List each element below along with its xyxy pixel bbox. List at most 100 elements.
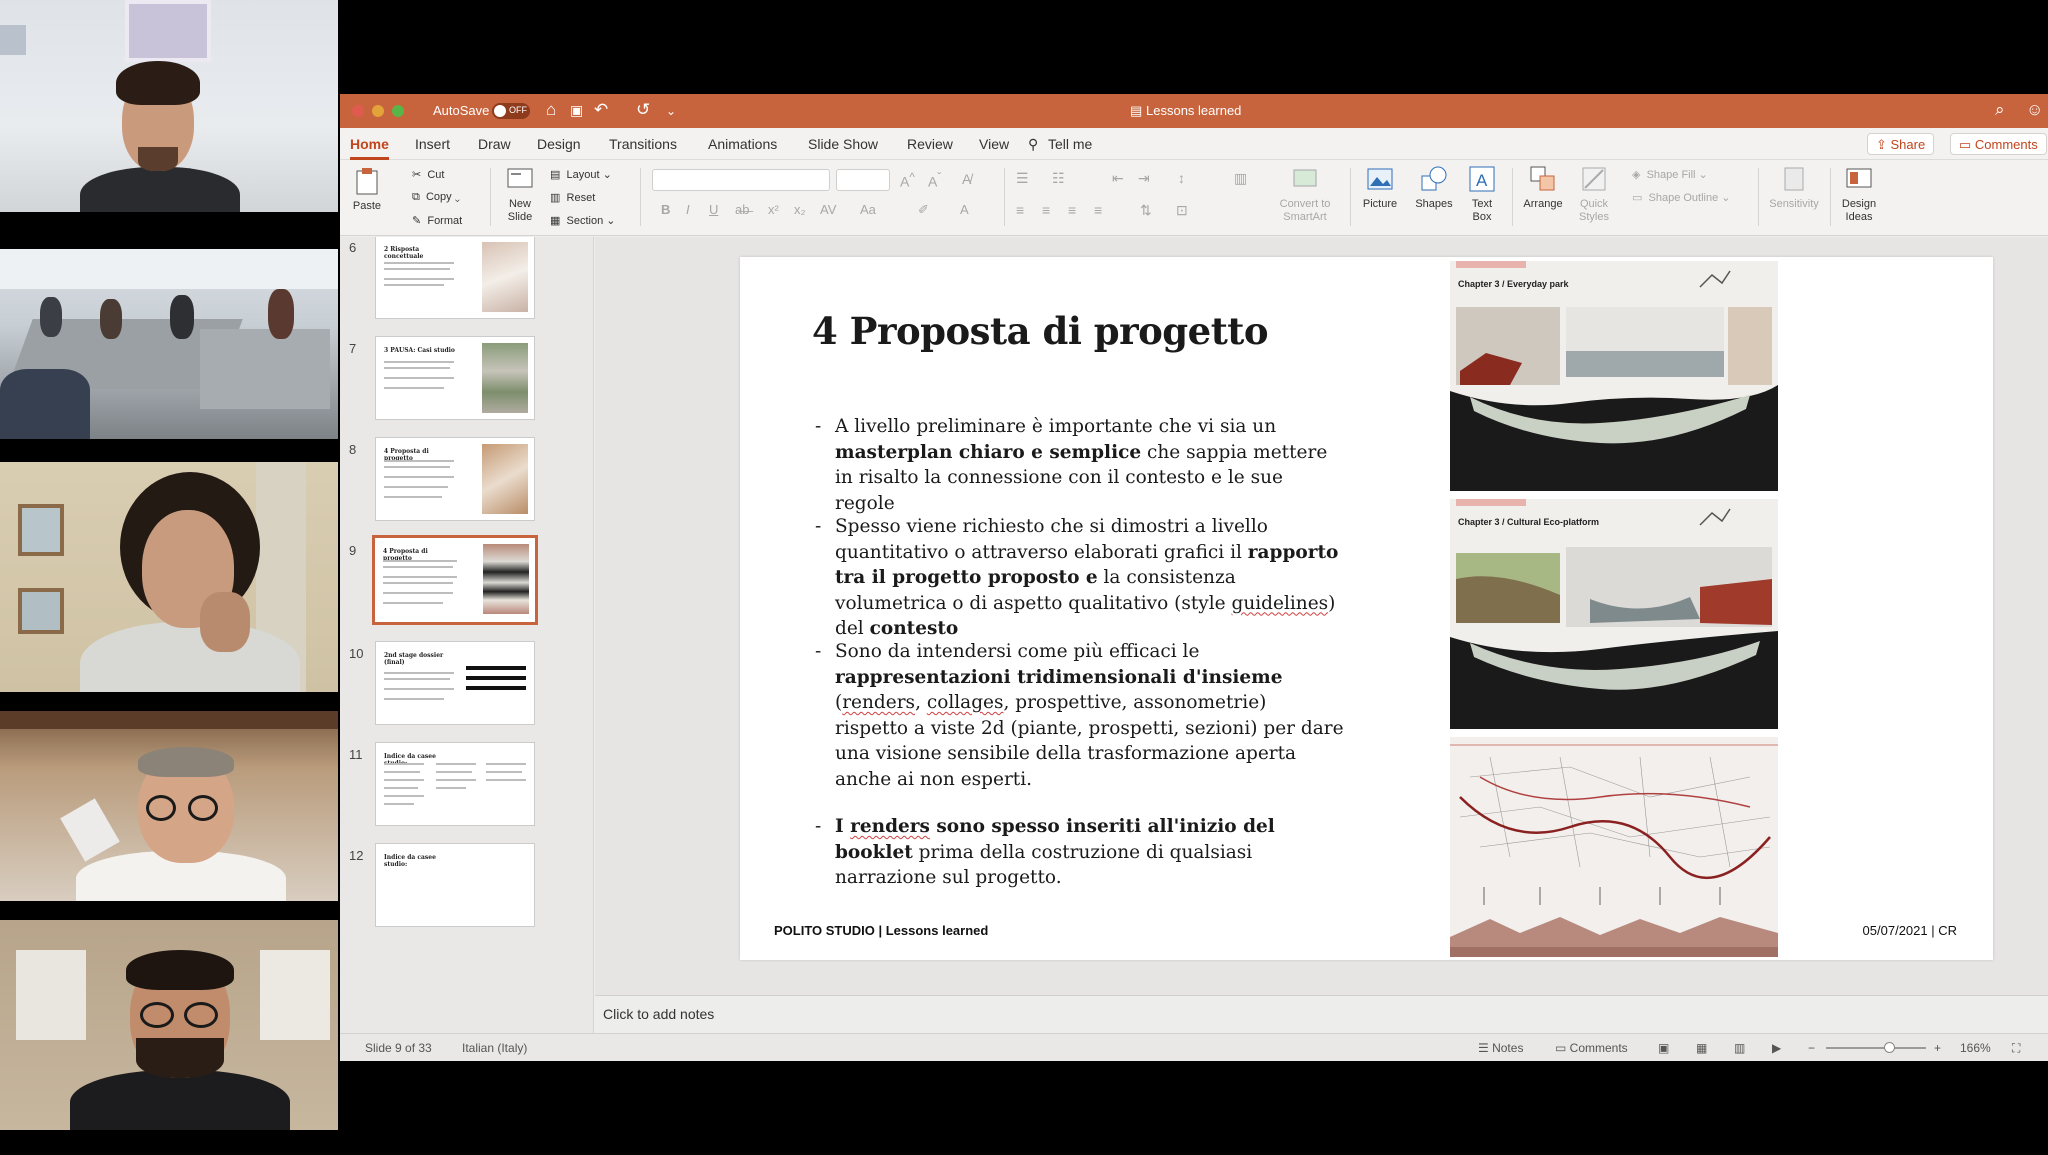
clear-formatting-icon[interactable]: A̸ — [962, 171, 971, 187]
tab-design[interactable]: Design — [537, 136, 581, 152]
minimize-window-button[interactable] — [372, 105, 384, 117]
autosave-toggle[interactable]: OFF — [492, 103, 530, 119]
bullet-4[interactable]: - I renders sono spesso inseriti all'ini… — [815, 814, 1345, 891]
tab-view[interactable]: View — [979, 136, 1009, 152]
slide-thumbnail-8[interactable]: 4 Proposta di progetto — [375, 437, 535, 521]
subscript-icon[interactable]: x₂ — [794, 202, 806, 217]
account-icon[interactable]: ☺ — [2026, 100, 2043, 120]
zoom-window-button[interactable] — [392, 105, 404, 117]
quick-styles-button[interactable]: Quick Styles — [1574, 164, 1614, 224]
zoom-slider[interactable] — [1826, 1042, 1926, 1053]
tab-review[interactable]: Review — [907, 136, 953, 152]
zoom-out-icon[interactable]: − — [1808, 1041, 1815, 1055]
align-text-icon[interactable]: ⊡ — [1176, 202, 1188, 219]
close-window-button[interactable] — [352, 105, 364, 117]
tab-animations[interactable]: Animations — [708, 136, 777, 152]
font-color-icon[interactable]: A — [960, 202, 969, 217]
reset-button[interactable]: ▥ Reset — [550, 191, 595, 204]
tab-slide-show[interactable]: Slide Show — [808, 136, 878, 152]
zoom-in-icon[interactable]: + — [1934, 1041, 1941, 1055]
save-icon[interactable]: ▣ — [570, 102, 583, 119]
bullet-3[interactable]: - Sono da intendersi come più efficaci l… — [815, 639, 1345, 792]
increase-font-icon[interactable]: A^ — [900, 171, 915, 190]
underline-icon[interactable]: U — [709, 202, 718, 217]
participant-video-2[interactable] — [0, 249, 338, 439]
customize-toolbar-icon[interactable]: ⌄ — [666, 104, 676, 118]
shape-outline-button[interactable]: ▭ Shape Outline ⌄ — [1632, 191, 1731, 204]
section-button[interactable]: ▦ Section ⌄ — [550, 214, 616, 227]
slide-thumbnail-7[interactable]: 3 PAUSA: Casi studio — [375, 336, 535, 420]
strikethrough-icon[interactable]: a̶b̶ — [735, 202, 749, 217]
new-slide-button[interactable]: New Slide — [500, 164, 540, 224]
comments-button[interactable]: ▭ Comments — [1950, 133, 2047, 155]
tab-transitions[interactable]: Transitions — [609, 136, 677, 152]
notes-button[interactable]: ☰ Notes — [1478, 1041, 1523, 1055]
paste-button[interactable]: Paste — [352, 166, 382, 213]
current-slide[interactable]: 4 Proposta di progetto - A livello preli… — [740, 257, 1993, 960]
numbering-icon[interactable]: ☷ — [1052, 170, 1065, 187]
text-direction-icon[interactable]: ⇅ — [1140, 202, 1152, 219]
reading-view-icon[interactable]: ▥ — [1734, 1041, 1745, 1055]
comments-status-button[interactable]: ▭ Comments — [1555, 1041, 1628, 1055]
redo-icon[interactable]: ↺ — [636, 100, 650, 120]
sensitivity-button[interactable]: Sensitivity — [1764, 164, 1824, 211]
fit-to-window-icon[interactable]: ⛶ — [2012, 1041, 2020, 1056]
share-button[interactable]: ⇪ Share — [1867, 133, 1935, 155]
font-size-dropdown[interactable] — [836, 169, 890, 191]
slideshow-icon[interactable]: ▶ — [1772, 1041, 1781, 1055]
layout-button[interactable]: ▤ Layout ⌄ — [550, 168, 612, 181]
notes-pane[interactable]: Click to add notes — [595, 995, 2048, 1033]
align-center-icon[interactable]: ≡ — [1042, 202, 1050, 218]
participant-video-5[interactable] — [0, 920, 338, 1130]
superscript-icon[interactable]: x² — [768, 202, 779, 217]
align-right-icon[interactable]: ≡ — [1068, 202, 1076, 218]
line-spacing-icon[interactable]: ↕ — [1178, 170, 1185, 186]
participant-video-1[interactable] — [0, 0, 338, 212]
participant-video-3[interactable] — [0, 462, 338, 692]
design-ideas-button[interactable]: Design Ideas — [1836, 164, 1882, 224]
bullet-2[interactable]: - Spesso viene richiesto che si dimostri… — [815, 514, 1345, 642]
font-family-dropdown[interactable] — [652, 169, 830, 191]
slide-title[interactable]: 4 Proposta di progetto — [812, 309, 1269, 353]
increase-indent-icon[interactable]: ⇥ — [1138, 170, 1150, 187]
slide-thumbnail-6[interactable]: 2 Risposta concettuale — [375, 237, 535, 319]
bullets-icon[interactable]: ☰ — [1016, 170, 1029, 187]
bold-icon[interactable]: B — [661, 202, 670, 217]
decrease-font-icon[interactable]: Aˇ — [928, 171, 941, 190]
picture-button[interactable]: Picture — [1358, 164, 1402, 211]
tell-me-field[interactable]: Tell me — [1048, 136, 1092, 152]
cut-button[interactable]: ✂ Cut — [412, 168, 444, 181]
undo-icon[interactable]: ↶ — [594, 100, 608, 120]
tab-draw[interactable]: Draw — [478, 136, 511, 152]
justify-icon[interactable]: ≡ — [1094, 202, 1102, 218]
change-case-icon[interactable]: Aa — [860, 202, 876, 217]
slide-image-timeline-map[interactable] — [1450, 737, 1778, 957]
arrange-button[interactable]: Arrange — [1520, 164, 1566, 211]
slide-sorter-icon[interactable]: ▦ — [1696, 1041, 1707, 1055]
normal-view-icon[interactable]: ▣ — [1658, 1041, 1669, 1055]
slide-thumbnail-11[interactable]: Indice da casee studio: — [375, 742, 535, 826]
align-left-icon[interactable]: ≡ — [1016, 202, 1024, 218]
highlight-icon[interactable]: ✐ — [918, 202, 929, 218]
zoom-level[interactable]: 166% — [1960, 1041, 1991, 1055]
shapes-button[interactable]: Shapes — [1412, 164, 1456, 211]
search-icon[interactable]: ⌕ — [1995, 100, 2005, 120]
shape-fill-button[interactable]: ◈ Shape Fill ⌄ — [1632, 168, 1708, 181]
tab-insert[interactable]: Insert — [415, 136, 450, 152]
tab-home[interactable]: Home — [350, 136, 389, 160]
slide-image-cultural-eco-platform[interactable]: Chapter 3 / Cultural Eco-platform — [1450, 499, 1778, 729]
home-icon[interactable]: ⌂ — [546, 100, 556, 120]
text-box-button[interactable]: A Text Box — [1464, 164, 1500, 224]
slide-image-everyday-park[interactable]: Chapter 3 / Everyday park — [1450, 261, 1778, 491]
italic-icon[interactable]: I — [686, 202, 690, 217]
bullet-1[interactable]: - A livello preliminare è importante che… — [815, 414, 1345, 516]
convert-smartart-button[interactable]: Convert to SmartArt — [1270, 164, 1340, 224]
language-indicator[interactable]: Italian (Italy) — [462, 1041, 527, 1055]
decrease-indent-icon[interactable]: ⇤ — [1112, 170, 1124, 187]
slide-thumbnail-10[interactable]: 2nd stage dossier (final) — [375, 641, 535, 725]
format-painter-button[interactable]: ✎ Format — [412, 214, 462, 227]
columns-icon[interactable]: ▥ — [1234, 170, 1247, 187]
participant-video-4[interactable] — [0, 711, 338, 901]
copy-button[interactable]: ⧉ Copy ⌄ — [412, 191, 460, 204]
slide-thumbnail-9[interactable]: 4 Proposta di progetto — [372, 535, 538, 625]
